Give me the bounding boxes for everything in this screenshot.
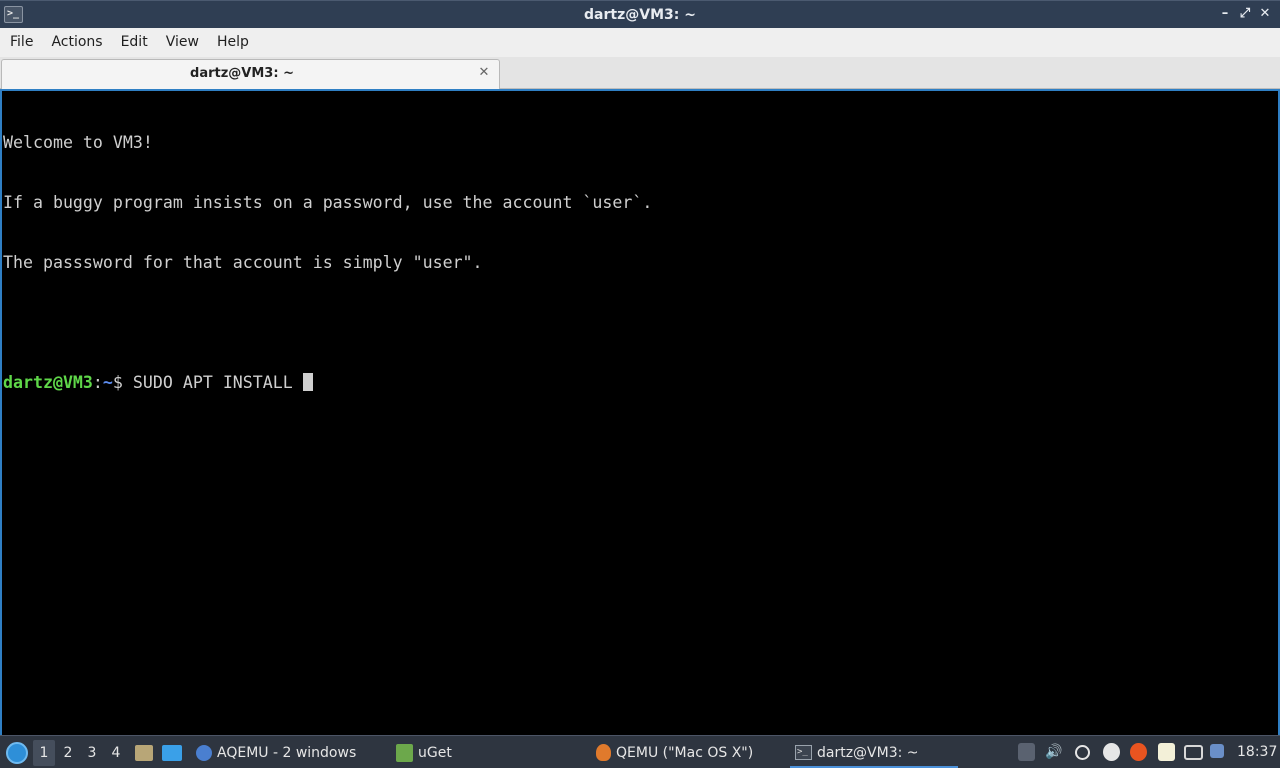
aqemu-icon <box>196 744 212 761</box>
tab-label: dartz@VM3: ~ <box>190 66 294 81</box>
workspace-4-label: 4 <box>111 744 121 761</box>
start-menu-button[interactable] <box>6 736 28 768</box>
menu-bar: File Actions Edit View Help <box>0 28 1280 57</box>
menu-edit[interactable]: Edit <box>112 28 157 57</box>
uget-icon <box>396 743 413 762</box>
workspace-2-label: 2 <box>63 744 73 761</box>
tab-terminal[interactable]: dartz@VM3: ~ ✕ <box>1 59 500 89</box>
text-cursor <box>302 373 313 391</box>
notification-icon[interactable] <box>1210 744 1224 758</box>
window-titlebar[interactable]: >_ dartz@VM3: ~ – ⤢ ✕ <box>0 0 1280 28</box>
file-manager-launcher[interactable] <box>135 736 153 768</box>
menu-actions[interactable]: Actions <box>42 28 111 57</box>
prompt-user-host: dartz@VM3 <box>3 373 93 392</box>
terminal-line: The passsword for that account is simply… <box>3 253 483 272</box>
terminal-app-icon[interactable]: >_ <box>4 6 23 23</box>
window-title: dartz@VM3: ~ <box>584 6 696 23</box>
terminal-icon: >_ <box>795 745 812 760</box>
workspace-1[interactable]: 1 <box>33 736 55 768</box>
volume-icon[interactable]: 🔊 <box>1045 743 1062 761</box>
prompt-path: ~ <box>102 373 113 392</box>
task-uget-label: uGet <box>418 744 452 761</box>
task-aqemu[interactable]: AQEMU - 2 windows <box>196 736 356 768</box>
notes-icon[interactable] <box>1158 743 1175 761</box>
clock[interactable]: 18:37 <box>1237 736 1277 768</box>
workspace-4[interactable]: 4 <box>105 736 127 768</box>
file-manager-icon <box>135 744 153 761</box>
workspace-3-label: 3 <box>87 744 97 761</box>
qemu-icon <box>596 744 611 761</box>
terminal-line: If a buggy program insists on a password… <box>3 193 653 212</box>
workspace-3[interactable]: 3 <box>81 736 103 768</box>
menu-view[interactable]: View <box>157 28 208 57</box>
minimize-button[interactable]: – <box>1218 5 1232 23</box>
workspace-2[interactable]: 2 <box>57 736 79 768</box>
clipboard-icon[interactable] <box>1075 745 1090 760</box>
command-input[interactable]: SUDO APT INSTALL <box>133 373 303 392</box>
task-qemu[interactable]: QEMU ("Mac OS X") <box>596 736 753 768</box>
update-icon[interactable] <box>1103 743 1120 761</box>
menu-help[interactable]: Help <box>208 28 258 57</box>
ubuntu-icon[interactable] <box>1130 743 1147 761</box>
terminal-line: Welcome to VM3! <box>3 133 153 152</box>
show-desktop-icon <box>162 744 182 761</box>
window-controls: – ⤢ ✕ <box>1218 5 1272 23</box>
terminal-prompt-line: dartz@VM3:~$ SUDO APT INSTALL <box>3 373 1278 393</box>
prompt-symbol: $ <box>112 373 133 392</box>
scroll-up-icon[interactable] <box>1018 743 1035 761</box>
tab-bar: dartz@VM3: ~ ✕ <box>0 57 1280 89</box>
menu-file[interactable]: File <box>1 28 42 57</box>
workspace-1-label: 1 <box>33 739 55 766</box>
task-terminal[interactable]: >_ dartz@VM3: ~ <box>795 736 919 768</box>
task-qemu-label: QEMU ("Mac OS X") <box>616 744 754 761</box>
terminal-output[interactable]: Welcome to VM3! If a buggy program insis… <box>0 89 1280 735</box>
taskbar: 1 2 3 4 AQEMU - 2 windows uGet QEMU ("Ma… <box>0 735 1280 768</box>
task-aqemu-label: AQEMU - 2 windows <box>217 744 357 761</box>
close-button[interactable]: ✕ <box>1258 5 1272 23</box>
task-terminal-label: dartz@VM3: ~ <box>817 744 919 761</box>
maximize-button[interactable]: ⤢ <box>1238 5 1252 23</box>
network-icon[interactable] <box>1184 745 1203 760</box>
show-desktop-button[interactable] <box>162 736 182 768</box>
lxqt-start-icon <box>6 741 28 764</box>
tab-close-icon[interactable]: ✕ <box>477 65 491 81</box>
task-uget[interactable]: uGet <box>396 736 452 768</box>
prompt-colon: : <box>92 373 103 392</box>
